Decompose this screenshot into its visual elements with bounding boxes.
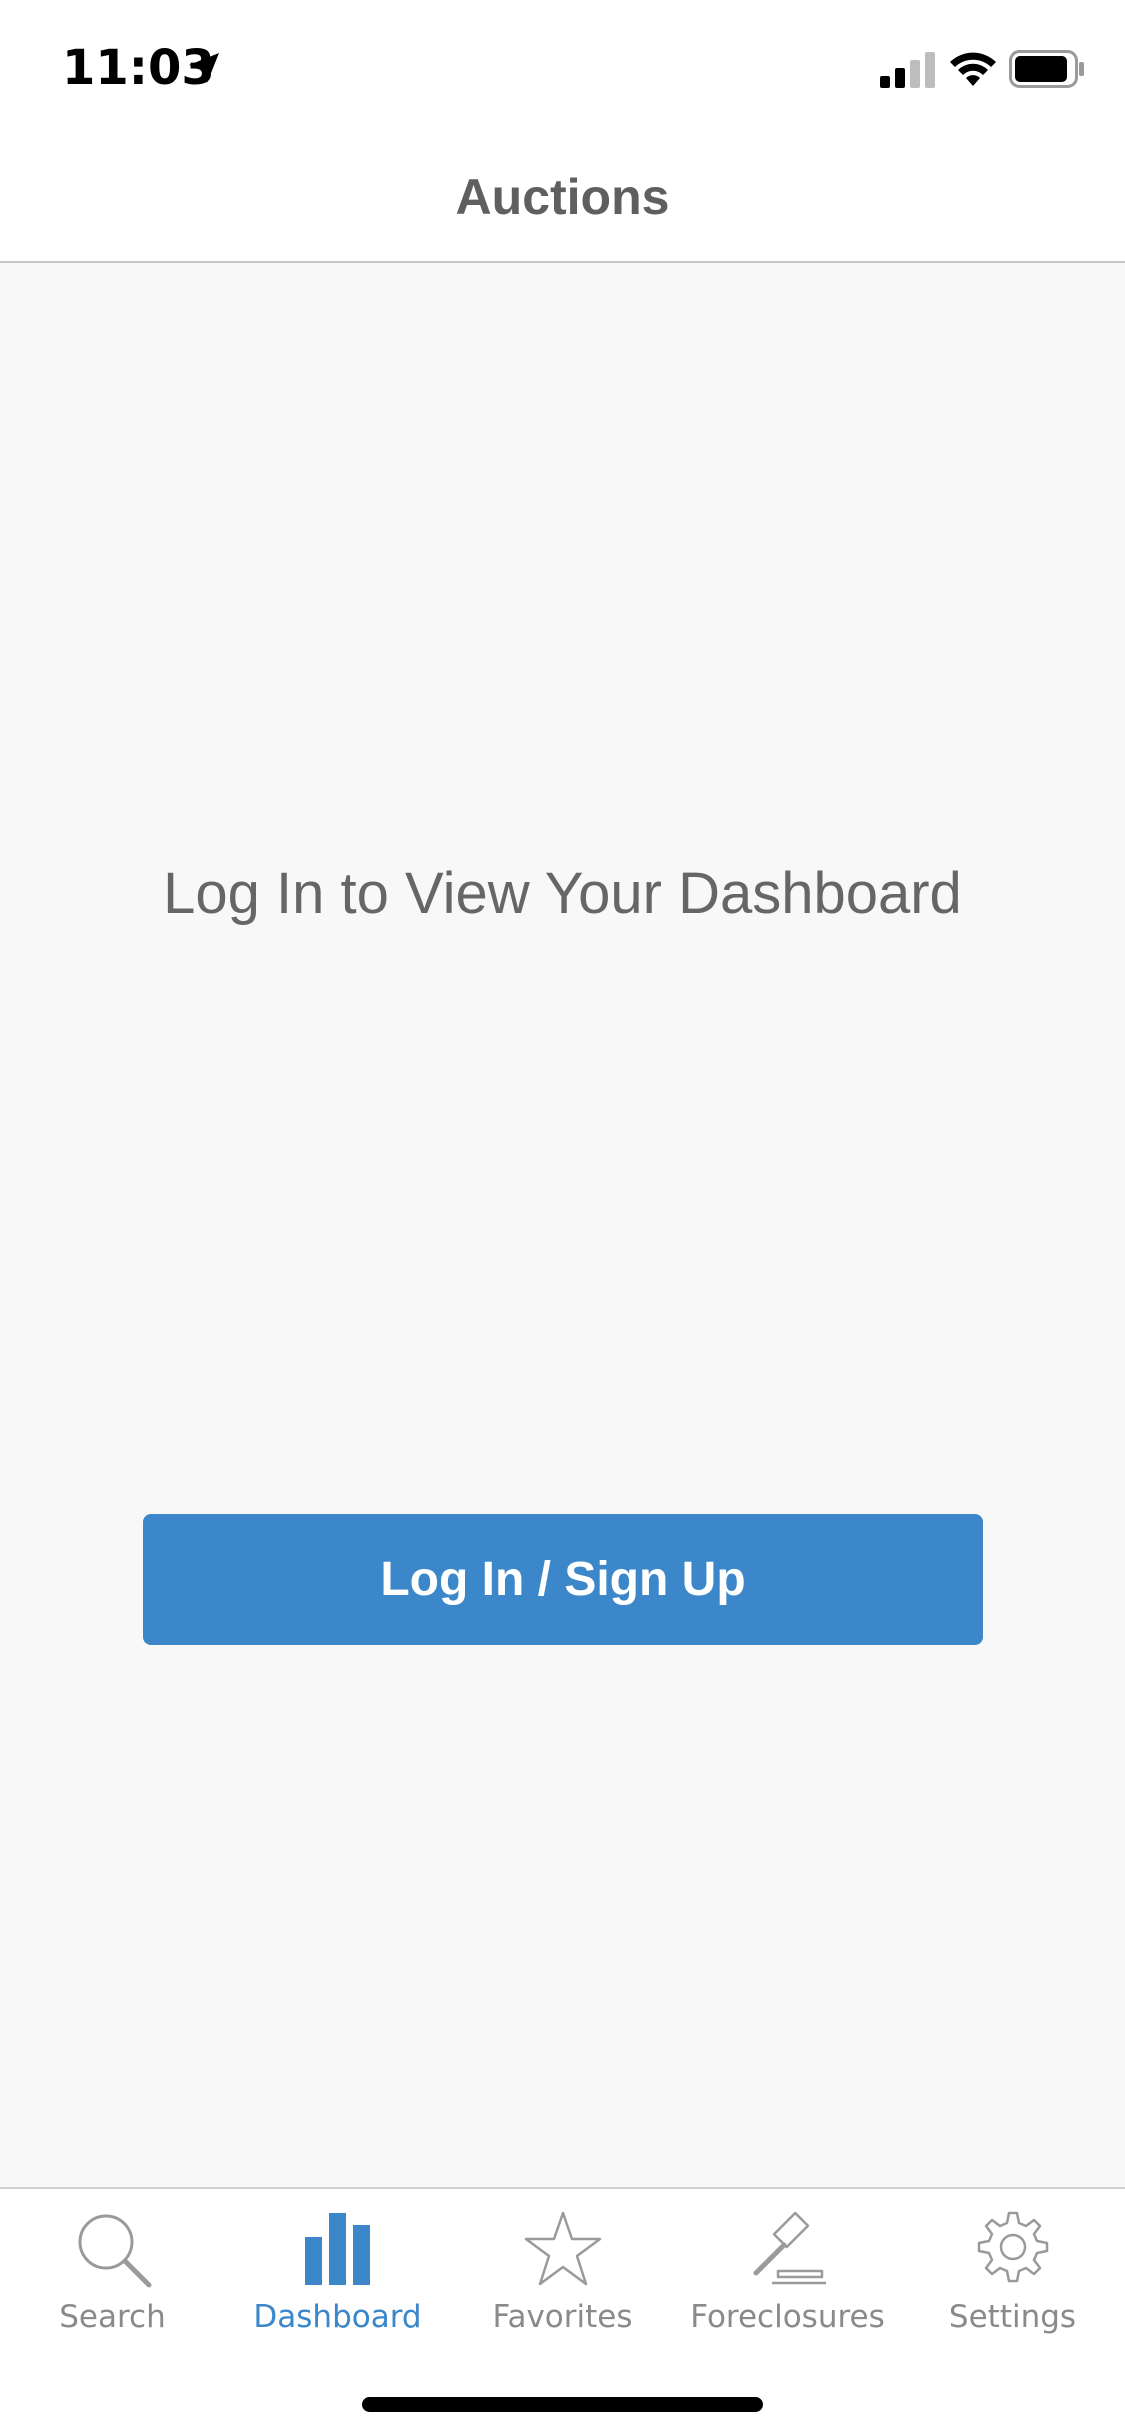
page-title: Auctions bbox=[455, 169, 670, 225]
tab-settings[interactable]: Settings bbox=[900, 2189, 1125, 2359]
tab-search[interactable]: Search bbox=[0, 2189, 225, 2359]
bar-chart-icon bbox=[304, 2213, 370, 2285]
star-icon bbox=[524, 2211, 601, 2286]
gear-icon bbox=[977, 2211, 1048, 2283]
location-arrow-icon bbox=[189, 53, 219, 83]
wifi-icon bbox=[950, 52, 996, 86]
tab-label: Settings bbox=[948, 2299, 1077, 2335]
battery-icon bbox=[1009, 50, 1084, 88]
status-bar: 11:03 bbox=[0, 0, 1125, 132]
tab-label: Search bbox=[59, 2299, 166, 2335]
tab-dashboard[interactable]: Dashboard bbox=[225, 2189, 450, 2359]
navigation-bar: Auctions bbox=[0, 132, 1125, 263]
login-signup-button[interactable]: Log In / Sign Up bbox=[143, 1514, 983, 1645]
tab-label: Dashboard bbox=[253, 2299, 422, 2335]
tab-foreclosures[interactable]: Foreclosures bbox=[675, 2189, 900, 2359]
cellular-signal-icon bbox=[880, 52, 935, 88]
search-icon bbox=[78, 2214, 151, 2288]
tab-favorites[interactable]: Favorites bbox=[450, 2189, 675, 2359]
screen: 11:03 Auctions Log In to View Your Dashb… bbox=[0, 0, 1125, 2436]
tab-label: Foreclosures bbox=[690, 2299, 885, 2335]
tab-label: Favorites bbox=[492, 2299, 633, 2335]
gavel-icon bbox=[753, 2211, 826, 2285]
home-indicator[interactable] bbox=[362, 2397, 763, 2412]
login-prompt: Log In to View Your Dashboard bbox=[163, 861, 962, 926]
